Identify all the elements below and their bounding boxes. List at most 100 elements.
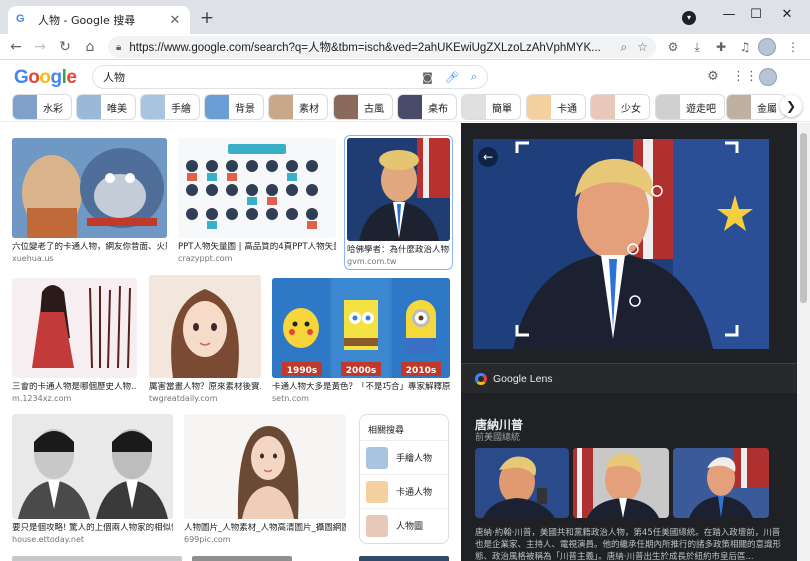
result-card[interactable]: 人物圖片_人物素材_人物高清圖片_攝圖網圖片下載 699pic.com: [184, 414, 346, 545]
scrollbar-thumb[interactable]: [800, 133, 807, 303]
camera-search-icon[interactable]: ◙: [422, 71, 433, 84]
profile-avatar[interactable]: [758, 38, 776, 56]
result-image[interactable]: [347, 138, 450, 241]
result-image[interactable]: [12, 138, 167, 238]
chip-wallpaper[interactable]: 桌布: [397, 94, 457, 120]
tab-search-icon[interactable]: ▾: [682, 11, 696, 25]
chip-thumbnail: [13, 95, 37, 119]
result-image[interactable]: [184, 414, 346, 519]
search-icon[interactable]: ⌕: [471, 70, 477, 84]
account-avatar[interactable]: [759, 68, 777, 86]
lens-brand-label: Google Lens: [493, 372, 553, 385]
tab-title: 人物 - Google 搜尋: [38, 14, 136, 27]
new-tab-button[interactable]: +: [198, 9, 216, 27]
close-window-button[interactable]: ✕: [776, 5, 798, 25]
extension-icon[interactable]: ⚙: [664, 38, 682, 56]
chart-label-2010s: 2010s: [406, 366, 436, 376]
lens-back-icon[interactable]: ←: [478, 147, 498, 167]
chip-label: 桌布: [428, 103, 448, 115]
page-scrollbar[interactable]: [797, 123, 810, 561]
result-image[interactable]: 1990s 2000s 2010s: [272, 278, 450, 378]
result-image[interactable]: [178, 138, 336, 238]
chip-wander[interactable]: 遊走吧: [655, 94, 725, 120]
result-card[interactable]: 六位變老了的卡通人物，網友你昔面、火影裡... xuehua.us: [12, 138, 167, 264]
related-search-item[interactable]: 人物圖: [360, 508, 448, 542]
puzzle-extensions-icon[interactable]: ✚: [712, 38, 730, 56]
chip-cartoon[interactable]: 卡通: [526, 94, 586, 120]
maximize-button[interactable]: ☐: [745, 5, 767, 25]
search-input[interactable]: [103, 70, 411, 84]
logo-letter: o: [28, 67, 40, 88]
lens-result-thumbnail[interactable]: [573, 448, 669, 518]
result-card[interactable]: 要只是個攻略! 驚人的上個兩人物家的相似性... house.ettoday.n…: [12, 414, 173, 545]
chart-label-1990s: 1990s: [287, 366, 317, 376]
result-image-partial[interactable]: [12, 556, 182, 561]
chip-simple[interactable]: 簡單: [461, 94, 521, 120]
chip-material[interactable]: 素材: [268, 94, 328, 120]
result-image[interactable]: [12, 278, 137, 378]
google-logo[interactable]: Google: [14, 67, 77, 89]
minimize-button[interactable]: —: [718, 5, 740, 25]
result-source: gvm.com.tw: [347, 257, 397, 266]
chip-ancient[interactable]: 古風: [333, 94, 393, 120]
settings-gear-icon[interactable]: ⚙: [704, 68, 722, 86]
browser-titlebar: G 人物 - Google 搜尋 ✕ + ▾ — ☐ ✕: [0, 0, 810, 34]
reload-icon[interactable]: ↻: [55, 37, 75, 57]
menu-kebab-icon[interactable]: ⋮: [784, 38, 802, 56]
lens-entity-subtitle: 前美國總統: [475, 433, 521, 443]
result-caption: 三會的卡通人物是哪個歷史人物...: [12, 382, 137, 392]
chip-thumbnail: [334, 95, 358, 119]
microphone-icon[interactable]: 🎤︎: [445, 71, 459, 84]
chip-background[interactable]: 背景: [204, 94, 264, 120]
result-card[interactable]: 厲害當畫人物？原來素材後實... twgreatdaily.com: [149, 275, 261, 404]
result-source: 699pic.com: [184, 535, 231, 544]
browser-tab[interactable]: G 人物 - Google 搜尋 ✕: [8, 6, 190, 34]
apps-grid-icon[interactable]: ⋮⋮: [732, 68, 758, 86]
result-source: crazyppt.com: [178, 254, 233, 263]
result-card[interactable]: PPT人物矢量圖 | 高品質的4頁PPT人物矢量素材下... crazyppt.…: [178, 138, 336, 264]
google-favicon-icon: G: [16, 13, 25, 25]
result-card[interactable]: 1990s 2000s 2010s 卡通人物大多是黃色？「不是巧合」專家解釋原因…: [272, 278, 450, 404]
lens-result-thumbnail[interactable]: [475, 448, 569, 518]
result-caption: 人物圖片_人物素材_人物高清圖片_攝圖網圖片下載: [184, 523, 346, 533]
chip-metal[interactable]: 金屬: [726, 94, 786, 120]
chip-thumbnail: [727, 95, 751, 119]
browser-toolbar: ← → ↻ ⌂ 🔒︎ https://www.google.com/search…: [0, 34, 810, 60]
result-image[interactable]: [12, 414, 173, 519]
result-source: house.ettoday.net: [12, 535, 85, 544]
back-icon[interactable]: ←: [6, 37, 26, 57]
chip-label: 遊走吧: [686, 103, 716, 115]
chips-next-arrow-icon[interactable]: ❯: [780, 95, 802, 117]
chip-thumbnail: [205, 95, 229, 119]
download-icon[interactable]: ⤓: [688, 38, 706, 56]
logo-letter: e: [66, 67, 77, 88]
chip-label: 水彩: [43, 103, 63, 115]
google-lens-icon: [475, 372, 487, 385]
related-search-item[interactable]: 手繪人物: [360, 440, 448, 474]
result-image-partial[interactable]: [192, 556, 292, 561]
lens-selected-image[interactable]: [473, 139, 769, 349]
result-caption: 要只是個攻略! 驚人的上個兩人物家的相似性...: [12, 523, 173, 533]
lens-result-thumbnail[interactable]: [673, 448, 769, 518]
zoom-icon[interactable]: ⌕: [621, 40, 628, 55]
result-caption: 哈佛學者：為什麼政治人物不...: [347, 245, 450, 255]
chip-aesthetic[interactable]: 唯美: [76, 94, 136, 120]
result-card-selected[interactable]: 哈佛學者：為什麼政治人物不... gvm.com.tw: [344, 135, 453, 270]
forward-icon[interactable]: →: [30, 37, 50, 57]
result-image[interactable]: [149, 275, 261, 378]
url-text[interactable]: https://www.google.com/search?q=人物&tbm=i…: [129, 39, 610, 55]
chip-label: 簡單: [492, 103, 512, 115]
related-search-label: 手繪人物: [396, 454, 433, 464]
chip-watercolor[interactable]: 水彩: [12, 94, 72, 120]
chip-handdrawn[interactable]: 手繪: [140, 94, 200, 120]
media-control-icon[interactable]: ♫: [736, 38, 754, 56]
bookmark-star-icon[interactable]: ☆: [637, 40, 648, 54]
home-icon[interactable]: ⌂: [80, 37, 100, 57]
address-bar[interactable]: 🔒︎ https://www.google.com/search?q=人物&tb…: [108, 36, 656, 58]
related-search-item[interactable]: 卡通人物: [360, 474, 448, 508]
result-image-partial[interactable]: [359, 556, 449, 561]
result-card[interactable]: 三會的卡通人物是哪個歷史人物... m.1234xz.com: [12, 278, 137, 404]
close-tab-icon[interactable]: ✕: [168, 13, 182, 28]
chip-girl[interactable]: 少女: [590, 94, 650, 120]
related-search-label: 人物圖: [396, 522, 424, 532]
